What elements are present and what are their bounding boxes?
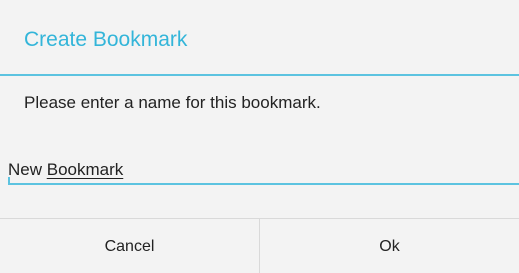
ok-button[interactable]: Ok — [260, 219, 519, 273]
bookmark-name-underlined-word: Bookmark — [46, 160, 124, 179]
bookmark-name-prefix: New — [8, 160, 47, 179]
cancel-button[interactable]: Cancel — [0, 219, 259, 273]
dialog-button-bar: Cancel Ok — [0, 218, 519, 273]
title-divider — [0, 74, 519, 76]
bookmark-name-value: New Bookmark — [8, 160, 123, 180]
dialog-title: Create Bookmark — [24, 28, 188, 51]
create-bookmark-dialog: Create Bookmark Please enter a name for … — [0, 0, 519, 273]
dialog-message: Please enter a name for this bookmark. — [24, 93, 321, 112]
input-underline — [8, 183, 519, 185]
bookmark-name-input[interactable]: New Bookmark — [8, 156, 519, 186]
